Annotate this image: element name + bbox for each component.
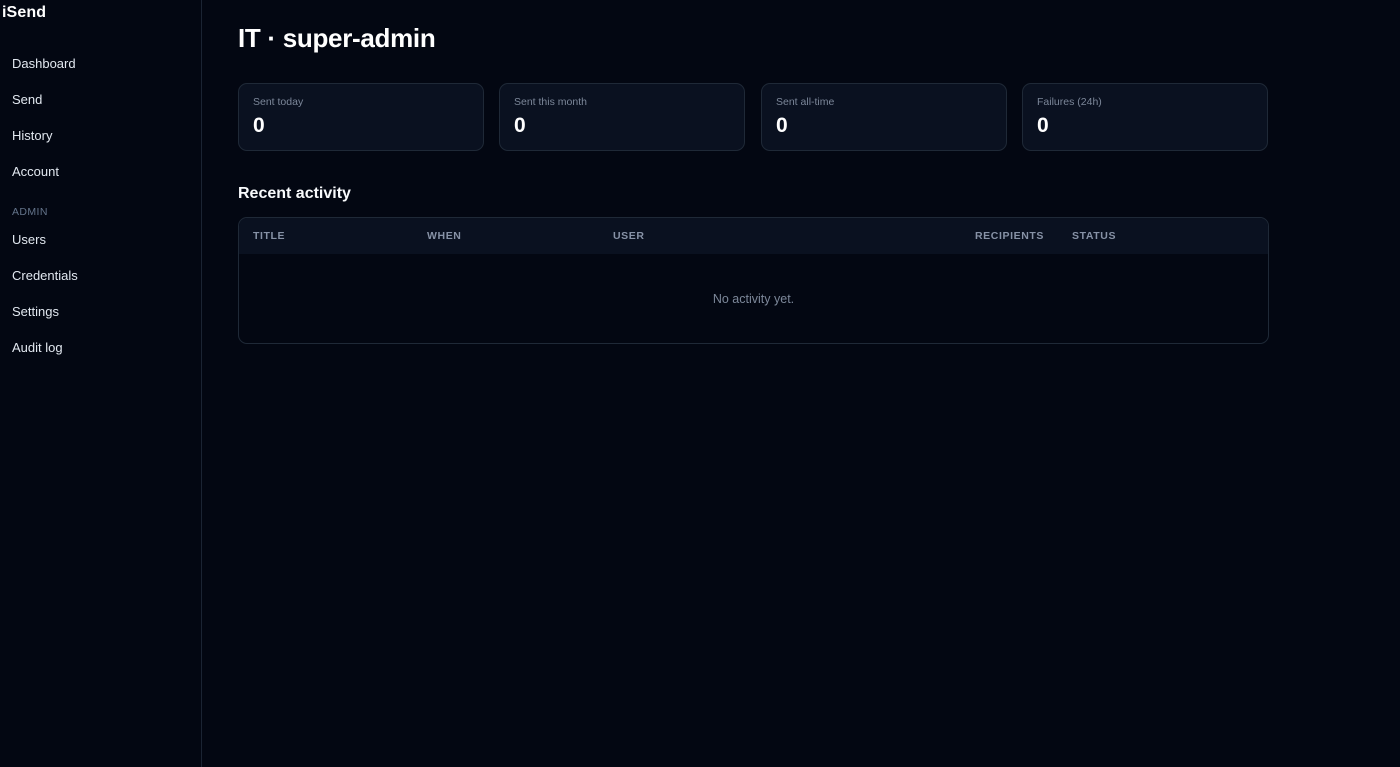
sidebar-section-admin: ADMIN [12,206,48,218]
stat-label: Failures (24h) [1037,96,1102,108]
sidebar-item-history[interactable]: History [12,127,52,145]
recent-activity-table: TITLE WHEN USER RECIPIENTS STATUS No act… [238,217,1269,344]
column-header-title[interactable]: TITLE [253,230,285,242]
sidebar-item-account[interactable]: Account [12,163,59,181]
column-header-status[interactable]: STATUS [1072,230,1116,242]
stat-label: Sent today [253,96,304,108]
stat-card-sent-this-month: Sent this month 0 [499,83,745,151]
column-header-user[interactable]: USER [613,230,645,242]
stat-label: Sent all-time [776,96,835,108]
stat-card-failures-24h: Failures (24h) 0 [1022,83,1268,151]
recent-activity-title: Recent activity [238,185,351,202]
stat-value: 0 [514,114,526,137]
stat-value: 0 [776,114,788,137]
sidebar: iSend Dashboard Send History Account ADM… [0,0,202,767]
stat-card-sent-all-time: Sent all-time 0 [761,83,1007,151]
empty-state-message: No activity yet. [712,292,795,306]
sidebar-item-credentials[interactable]: Credentials [12,267,78,285]
stat-label: Sent this month [514,96,587,108]
brand-logo[interactable]: iSend [2,4,46,22]
sidebar-item-settings[interactable]: Settings [12,303,59,321]
page-title: IT · super-admin [238,23,436,53]
stat-value: 0 [253,114,265,137]
stat-card-sent-today: Sent today 0 [238,83,484,151]
table-header: TITLE WHEN USER RECIPIENTS STATUS [239,218,1268,254]
column-header-recipients[interactable]: RECIPIENTS [975,230,1044,242]
column-header-when[interactable]: WHEN [427,230,461,242]
sidebar-item-audit-log[interactable]: Audit log [12,339,63,357]
stat-value: 0 [1037,114,1049,137]
sidebar-item-users[interactable]: Users [12,231,46,249]
app-root: iSend Dashboard Send History Account ADM… [0,0,1400,767]
sidebar-item-send[interactable]: Send [12,91,42,109]
sidebar-item-dashboard[interactable]: Dashboard [12,55,76,73]
main-content: IT · super-admin Sent today 0 Sent this … [202,0,1400,767]
